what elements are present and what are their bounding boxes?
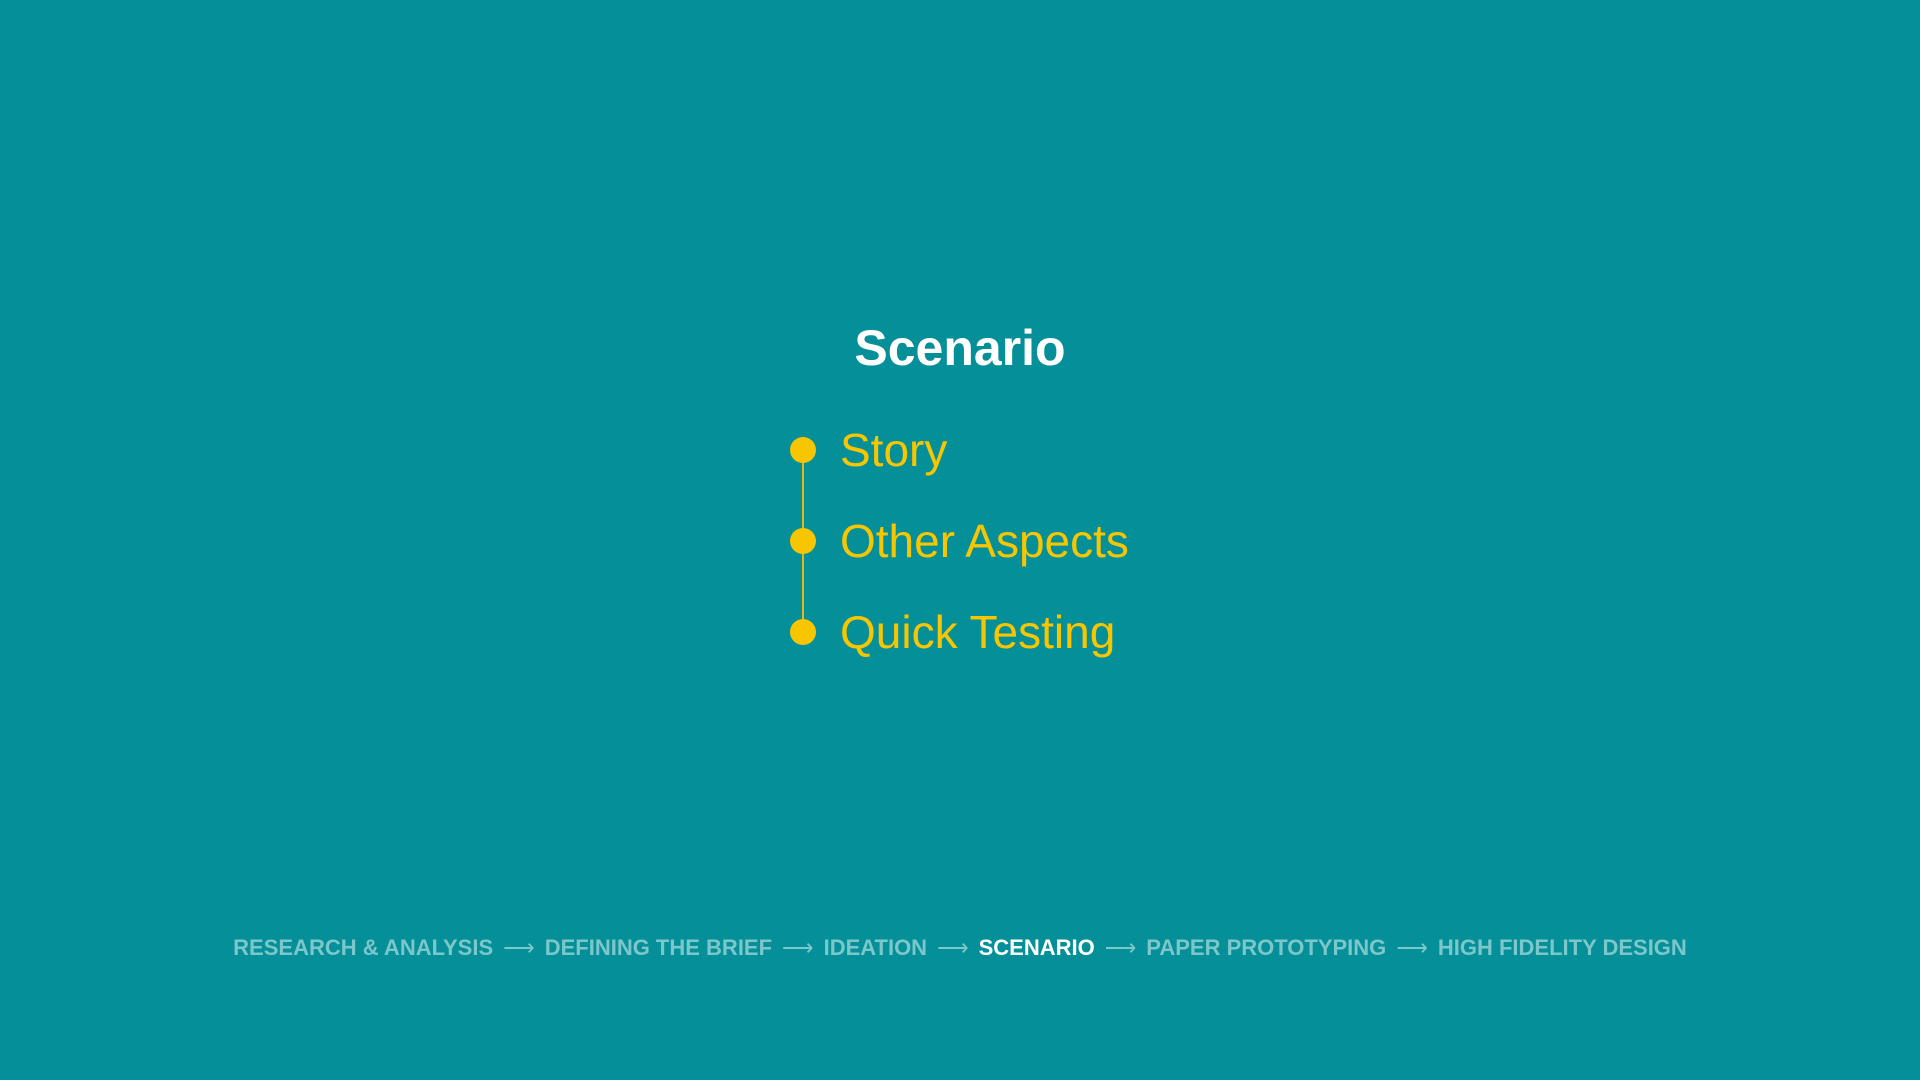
timeline-dot-icon — [790, 619, 816, 645]
arrow-right-icon: ⟶ — [503, 935, 535, 960]
arrow-right-icon: ⟶ — [937, 935, 969, 960]
step-high-fidelity-design: HIGH FIDELITY DESIGN — [1437, 935, 1687, 960]
step-research-analysis: RESEARCH & ANALYSIS — [233, 935, 494, 960]
timeline-item-quick-testing: Quick Testing — [788, 602, 1115, 662]
arrow-right-icon: ⟶ — [782, 935, 814, 960]
step-scenario-current: SCENARIO — [978, 935, 1095, 960]
timeline-item-story: Story — [788, 420, 947, 480]
topic-timeline: Story Other Aspects Quick Testing — [788, 420, 1308, 660]
arrow-right-icon: ⟶ — [1104, 935, 1137, 960]
process-breadcrumb: RESEARCH & ANALYSIS ⟶ DEFINING THE BRIEF… — [0, 935, 1920, 961]
timeline-item-label: Story — [840, 424, 948, 476]
arrow-right-icon: ⟶ — [1396, 935, 1428, 960]
timeline-dot-icon — [790, 528, 816, 554]
slide-title: Scenario — [854, 320, 1066, 376]
step-defining-the-brief: DEFINING THE BRIEF — [544, 935, 773, 960]
step-paper-prototyping: PAPER PROTOTYPING — [1146, 935, 1387, 960]
slide: Scenario Story Other Aspects Quick Testi… — [0, 0, 1920, 1080]
step-ideation: IDEATION — [823, 935, 928, 960]
timeline-item-label: Other Aspects — [840, 515, 1129, 567]
timeline-item-other-aspects: Other Aspects — [788, 511, 1129, 571]
timeline-dot-icon — [790, 437, 816, 463]
timeline-item-label: Quick Testing — [840, 606, 1116, 658]
